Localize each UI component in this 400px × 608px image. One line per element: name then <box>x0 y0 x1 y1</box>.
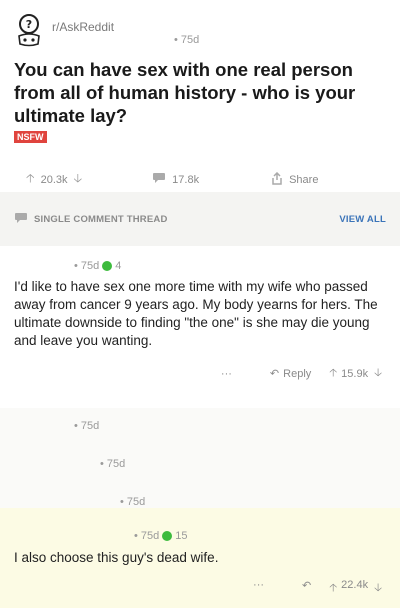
comment-age: • 75d <box>134 530 160 542</box>
comment-body: I'd like to have sex one more time with … <box>14 279 378 348</box>
reply-age: • 75d <box>74 420 100 432</box>
upvote-icon[interactable]: 🡡 <box>329 579 337 598</box>
thread-bar: SINGLE COMMENT THREAD VIEW ALL <box>0 192 400 246</box>
reply-icon[interactable]: ↶ <box>302 579 311 598</box>
vote-group: 🡡 20.3k 🡣 <box>20 169 88 190</box>
comment-score: 15.9k <box>341 367 369 380</box>
upvote-icon[interactable]: 🡡 <box>329 364 337 383</box>
comment-bubble-icon <box>152 172 166 187</box>
downvote-icon[interactable]: 🡣 <box>74 169 83 190</box>
comment-meta: • 75d 15 <box>14 530 386 542</box>
reply-icon[interactable]: ↶ <box>270 367 279 380</box>
post-age: • 75d <box>174 34 200 46</box>
comment-body: I also choose this guy's dead wife. <box>14 550 219 565</box>
upvote-icon[interactable]: 🡡 <box>26 169 35 190</box>
downvote-icon[interactable]: 🡣 <box>374 579 382 598</box>
comment-actions: ··· ↶ Reply 🡡 15.9k 🡣 <box>14 364 386 383</box>
highlighted-comment: • 75d 15 I also choose this guy's dead w… <box>0 508 400 608</box>
more-options-icon[interactable]: ··· <box>253 579 264 598</box>
post-title[interactable]: You can have sex with one real person fr… <box>14 58 386 127</box>
nsfw-tag: NSFW <box>14 131 47 143</box>
chat-icon <box>14 212 28 227</box>
award-count: 4 <box>115 260 122 272</box>
award-icon <box>162 531 173 541</box>
page: ? r/AskReddit • 75d You can have sex wit… <box>0 0 400 608</box>
comment-score: 22.4k <box>341 579 369 591</box>
share-label: Share <box>289 173 319 186</box>
share-icon <box>271 171 283 188</box>
subreddit-name[interactable]: r/AskReddit <box>52 20 114 34</box>
post-score: 20.3k <box>40 173 68 186</box>
award-count: 15 <box>175 530 188 542</box>
thread-label-group: SINGLE COMMENT THREAD <box>14 212 168 227</box>
post-card: ? r/AskReddit • 75d You can have sex wit… <box>0 0 400 192</box>
comment-age: • 75d <box>74 260 100 272</box>
subreddit-icon[interactable]: ? <box>14 14 44 48</box>
comment-meta: • 75d 4 <box>14 260 386 272</box>
view-all-link[interactable]: VIEW ALL <box>339 214 386 225</box>
award-icon <box>102 261 113 271</box>
thread-label: SINGLE COMMENT THREAD <box>34 213 168 225</box>
more-options-icon[interactable]: ··· <box>221 368 232 380</box>
share-button[interactable]: Share <box>271 171 319 188</box>
comments-button[interactable]: 17.8k <box>152 172 199 187</box>
post-actions: 🡡 20.3k 🡣 17.8k Share <box>14 169 386 190</box>
comment-count: 17.8k <box>172 173 200 186</box>
svg-text:?: ? <box>26 18 32 31</box>
reply-age: • 75d <box>120 496 146 508</box>
downvote-icon[interactable]: 🡣 <box>374 364 382 383</box>
reply-age: • 75d <box>100 458 126 470</box>
reply-button[interactable]: Reply <box>283 368 311 380</box>
comment-top: • 75d 4 I'd like to have sex one more ti… <box>0 246 400 408</box>
comment-actions: ··· ↶ 🡡 22.4k 🡣 <box>14 579 386 598</box>
